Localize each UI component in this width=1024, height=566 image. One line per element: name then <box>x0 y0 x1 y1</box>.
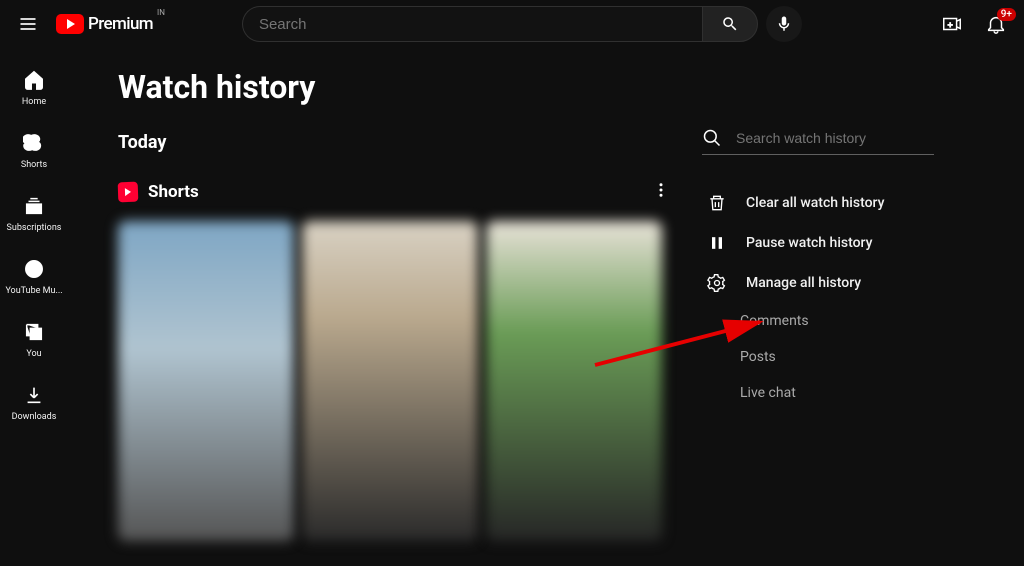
search-icon <box>721 15 739 33</box>
posts-link[interactable]: Posts <box>702 339 934 375</box>
sidebar: Home Shorts Subscriptions YouTube Mu... … <box>0 48 68 566</box>
shorts-icon <box>22 131 46 155</box>
sidebar-item-downloads[interactable]: Downloads <box>0 371 68 434</box>
shorts-title: Shorts <box>118 182 199 202</box>
content-column: Watch history Today Shorts <box>118 48 678 566</box>
kebab-icon <box>652 181 670 199</box>
header-right: 9+ <box>940 12 1008 36</box>
download-icon <box>22 383 46 407</box>
shorts-logo-icon <box>118 182 139 203</box>
create-icon <box>941 13 963 35</box>
shorts-shelf-header: Shorts <box>118 177 678 207</box>
history-search[interactable] <box>702 128 934 155</box>
short-thumbnail[interactable] <box>118 221 294 541</box>
short-thumbnail[interactable] <box>302 221 478 541</box>
notifications-button[interactable]: 9+ <box>984 12 1008 36</box>
region-code: IN <box>157 8 165 17</box>
sidebar-item-subscriptions[interactable]: Subscriptions <box>0 182 68 245</box>
short-thumbnail[interactable] <box>486 221 662 541</box>
shorts-shelf-menu-button[interactable] <box>644 177 678 207</box>
pause-history-button[interactable]: Pause watch history <box>702 223 934 263</box>
youtube-logo[interactable]: Premium IN <box>56 14 165 34</box>
sidebar-item-shorts[interactable]: Shorts <box>0 119 68 182</box>
pause-icon <box>706 233 728 253</box>
voice-search-button[interactable] <box>766 6 802 42</box>
shorts-row <box>118 221 678 541</box>
history-search-input[interactable] <box>736 130 934 146</box>
gear-icon <box>706 273 728 293</box>
create-button[interactable] <box>940 12 964 36</box>
sidebar-item-you[interactable]: You <box>0 308 68 371</box>
youtube-play-icon <box>56 14 84 34</box>
section-heading: Today <box>118 132 678 153</box>
header-center <box>242 6 802 42</box>
top-header: Premium IN 9+ <box>0 0 1024 48</box>
live-chat-link[interactable]: Live chat <box>702 375 934 411</box>
header-left: Premium IN <box>16 12 165 36</box>
search-box <box>242 6 758 42</box>
microphone-icon <box>775 15 793 33</box>
search-icon <box>702 128 722 148</box>
search-input[interactable] <box>242 6 702 42</box>
manage-history-button[interactable]: Manage all history <box>702 263 934 303</box>
comments-link[interactable]: Comments <box>702 303 934 339</box>
youtube-music-icon <box>22 257 46 281</box>
hamburger-menu-button[interactable] <box>16 12 40 36</box>
history-sidebar: Clear all watch history Pause watch hist… <box>678 48 958 566</box>
home-icon <box>22 68 46 92</box>
library-icon <box>22 320 46 344</box>
sidebar-item-youtube-music[interactable]: YouTube Mu... <box>0 245 68 308</box>
page-title: Watch history <box>118 68 678 106</box>
notification-badge: 9+ <box>997 8 1016 21</box>
subscriptions-icon <box>22 194 46 218</box>
sidebar-item-home[interactable]: Home <box>0 56 68 119</box>
search-button[interactable] <box>702 6 758 42</box>
clear-history-button[interactable]: Clear all watch history <box>702 183 934 223</box>
logo-text: Premium <box>88 14 153 34</box>
main-content: Watch history Today Shorts Clear all wat… <box>68 48 1024 566</box>
trash-icon <box>706 193 728 213</box>
